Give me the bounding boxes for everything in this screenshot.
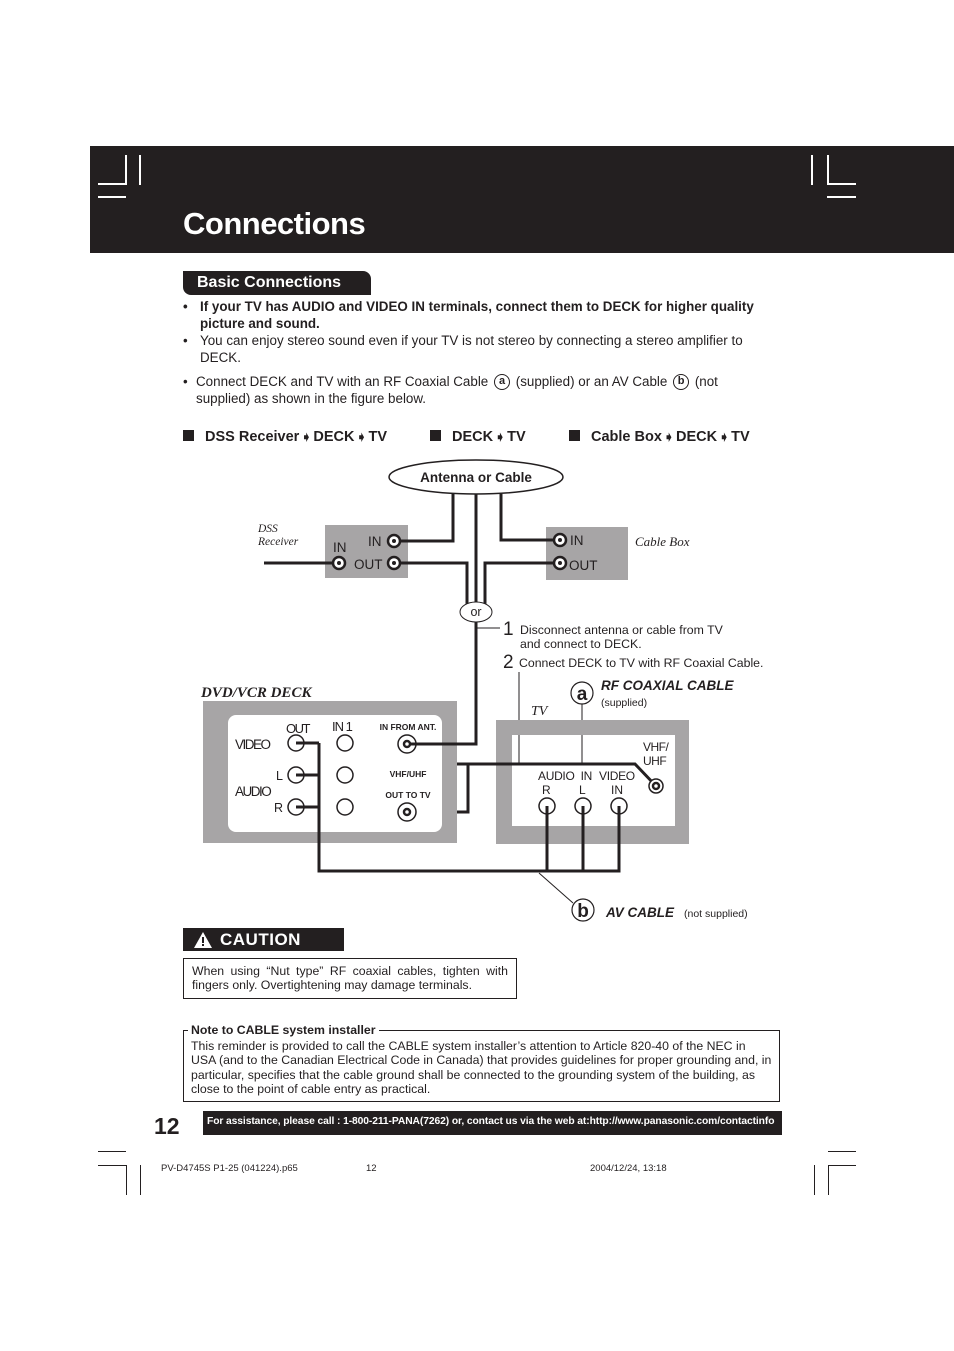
cable-a-marker: a — [577, 684, 588, 705]
tv-uhf-label: UHF — [643, 754, 666, 768]
cable-box-out: OUT — [569, 558, 598, 573]
tv-audio-in-label: AUDIO IN — [538, 769, 592, 783]
tv-in-label: IN — [611, 783, 623, 797]
deck-audio-l-in-jack — [336, 766, 354, 784]
deck-out-to-tv-jack — [397, 802, 417, 822]
tv-title: TV — [531, 704, 549, 719]
slug-page: 12 — [366, 1163, 377, 1174]
dss-label-2: Receiver — [257, 536, 299, 548]
crop-mark — [98, 1151, 126, 1152]
cable-a-name: RF COAXIAL CABLE — [601, 678, 734, 693]
deck-title: DVD/VCR DECK — [200, 685, 312, 701]
cable-b-marker: b — [577, 901, 589, 922]
crop-mark — [814, 1165, 815, 1195]
crop-mark — [828, 1165, 829, 1195]
deck-out-to-tv: OUT TO TV — [385, 790, 431, 800]
deck-audio-r-in-jack — [336, 798, 354, 816]
dss-in-right: IN — [368, 534, 382, 549]
deck-vhf-uhf: VHF/UHF — [390, 769, 427, 779]
crop-mark — [828, 1165, 856, 1166]
tv-r-label: R — [542, 783, 551, 797]
slug-file: PV-D4745S P1-25 (041224).p65 — [161, 1163, 298, 1174]
page-number: 12 — [154, 1113, 180, 1139]
deck-l-label: L — [276, 769, 283, 783]
tv-vhf-label: VHF/ — [643, 740, 670, 754]
installer-note: This reminder is provided to call the CA… — [183, 1030, 780, 1102]
crop-mark — [140, 1165, 141, 1195]
tv-vhf-uhf-jack — [648, 778, 664, 794]
tv-l-label: L — [579, 783, 586, 797]
deck-r-label: R — [274, 801, 283, 815]
crop-mark — [828, 1151, 856, 1152]
crop-mark — [98, 1165, 126, 1166]
cable-b-note: (not supplied) — [684, 908, 748, 920]
cable-box-label: Cable Box — [635, 534, 690, 549]
deck-in1-label: IN 1 — [332, 719, 353, 734]
cable-b-name: AV CABLE — [605, 905, 675, 920]
deck-out-label: OUT — [286, 721, 311, 736]
cable-box-in: IN — [570, 533, 584, 548]
warning-icon — [194, 932, 212, 948]
assistance-bar: For assistance, please call : 1-800-211-… — [203, 1111, 782, 1135]
deck-in-from-ant: IN FROM ANT. — [380, 722, 437, 732]
or-label: or — [470, 605, 481, 619]
dss-in-left: IN — [333, 540, 347, 555]
crop-mark — [126, 1165, 127, 1195]
caution-text: When using “Nut type” RF coaxial cables,… — [183, 958, 517, 999]
dss-label: DSS — [257, 523, 278, 535]
tv-video-label: VIDEO — [599, 769, 635, 783]
deck-audio-label: AUDIO — [235, 784, 271, 799]
installer-note-title: Note to CABLE system installer — [188, 1023, 379, 1037]
step-1-num: 1 — [503, 619, 514, 640]
connection-diagram: Antenna or Cable DSS Receiver IN IN OUT … — [200, 459, 763, 922]
slug-date: 2004/12/24, 13:18 — [590, 1163, 667, 1174]
wire — [398, 561, 469, 606]
dss-out: OUT — [354, 557, 383, 572]
installer-note-text: This reminder is provided to call the CA… — [191, 1039, 772, 1097]
step-2-text: Connect DECK to TV with RF Coaxial Cable… — [519, 656, 763, 670]
deck-video-label: VIDEO — [235, 737, 271, 752]
deck-video-in-jack — [336, 734, 354, 752]
step-2-num: 2 — [503, 652, 514, 673]
step-1-text-2: and connect to DECK. — [520, 637, 642, 651]
antenna-label: Antenna or Cable — [420, 470, 532, 485]
step-1-text: Disconnect antenna or cable from TV — [520, 623, 724, 637]
cable-a-note: (supplied) — [601, 697, 647, 709]
caution-heading: CAUTION — [183, 928, 344, 951]
